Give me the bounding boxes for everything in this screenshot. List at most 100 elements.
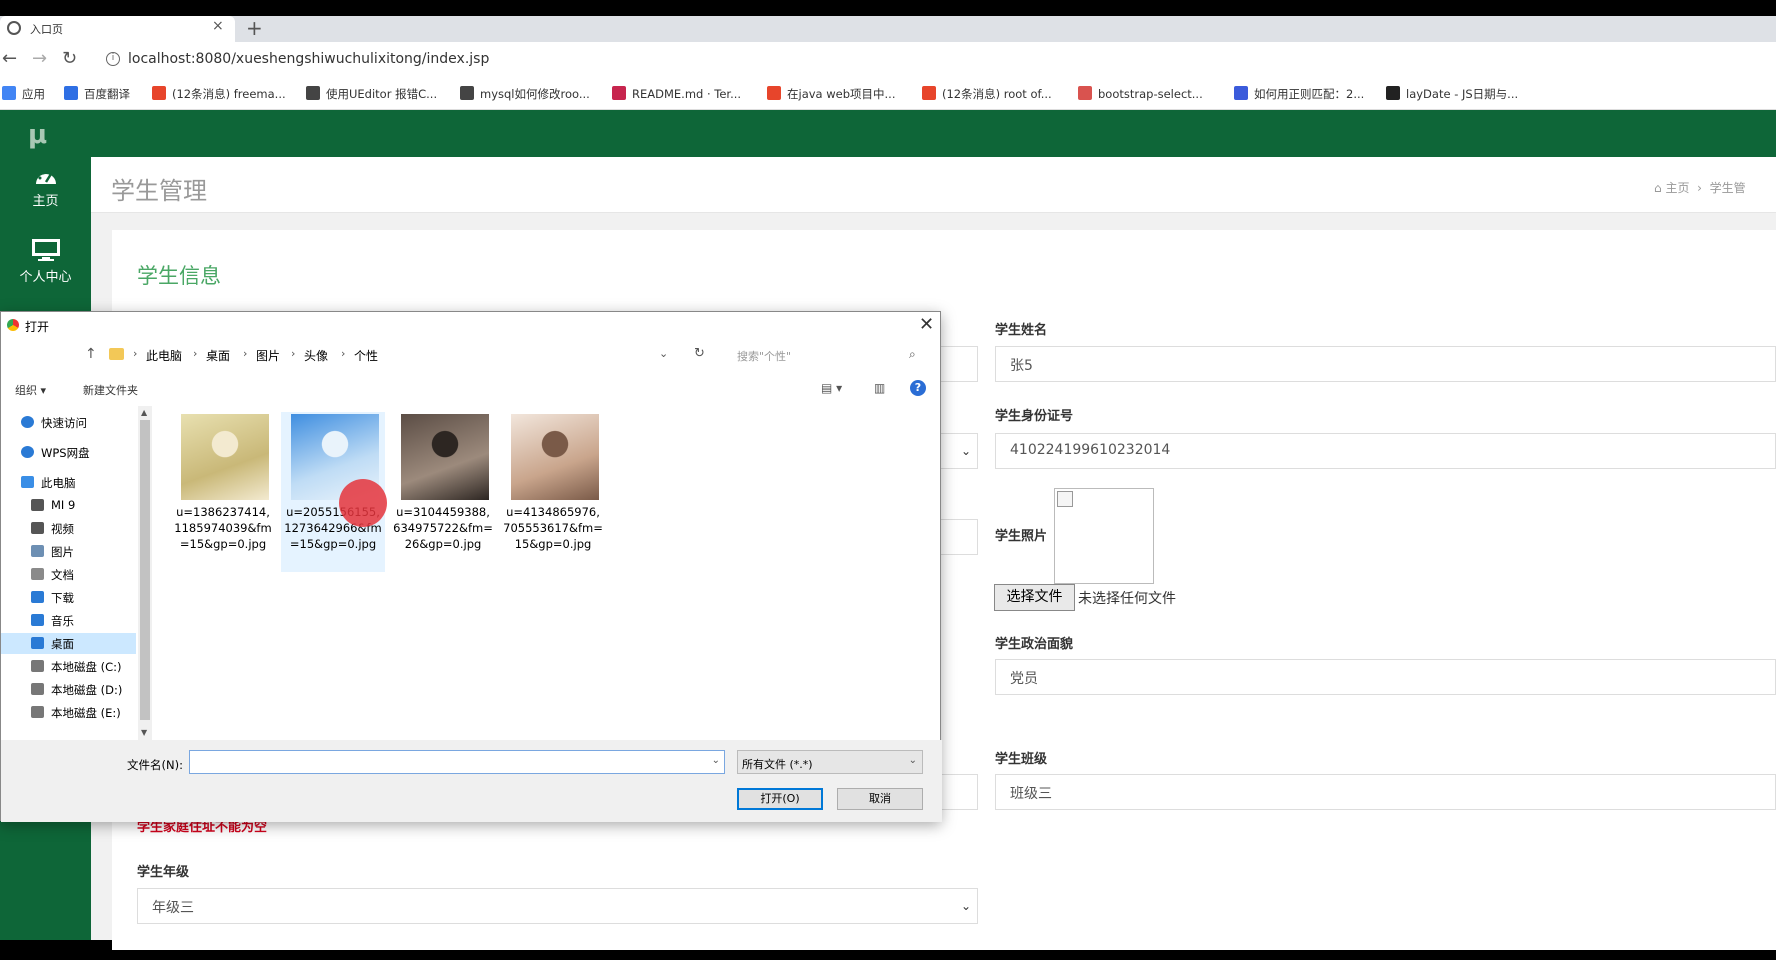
breadcrumb-separator[interactable]: › (291, 347, 295, 360)
bookmark-item[interactable]: 百度翻译 (64, 86, 130, 102)
dialog-search-input[interactable]: 搜索"个性" ⌕ (729, 343, 925, 367)
filetype-select[interactable]: 所有文件 (*.*) ⌄ (737, 750, 923, 774)
path-segment[interactable]: 头像 (304, 347, 328, 364)
nav-item-label: 音乐 (51, 614, 74, 628)
politics-label: 学生政治面貌 (995, 637, 1074, 652)
cancel-button[interactable]: 取消 (837, 788, 923, 810)
file-item[interactable]: u=4134865976,705553617&fm=15&gp=0.jpg (501, 412, 605, 572)
scroll-thumb[interactable] (140, 420, 150, 720)
cursor-highlight (339, 479, 387, 527)
help-icon[interactable]: ? (910, 380, 926, 396)
bookmark-item[interactable]: 使用UEditor 报错C... (306, 86, 437, 102)
star-icon (21, 416, 34, 428)
nav-item[interactable]: 音乐 (1, 610, 136, 631)
bookmark-item[interactable]: (12条消息) root of... (922, 86, 1052, 102)
bookmark-item[interactable]: 如何用正则匹配：2... (1234, 86, 1364, 102)
file-item[interactable]: u=1386237414,1185974039&fm=15&gp=0.jpg (171, 412, 275, 572)
close-icon[interactable]: ✕ (919, 314, 934, 335)
file-name: u=3104459388,634975722&fm=26&gp=0.jpg (393, 505, 493, 551)
video-icon (31, 522, 44, 534)
bookmark-item[interactable]: layDate - JS日期与... (1386, 86, 1518, 102)
forward-arrow-icon[interactable]: → (32, 48, 47, 69)
globe-icon (7, 21, 21, 35)
breadcrumb-separator[interactable]: › (243, 347, 247, 360)
bookmark-item[interactable]: (12条消息) freema... (152, 86, 286, 102)
left-select-partial[interactable]: ⌄ (940, 433, 978, 469)
app-logo: μ (28, 120, 48, 150)
name-input[interactable]: 张5 (995, 346, 1776, 382)
chevron-down-icon[interactable]: ⌄ (712, 755, 720, 766)
filename-input[interactable]: ⌄ (189, 750, 725, 774)
filename-label: 文件名(N): (127, 758, 183, 772)
scroll-down-icon[interactable]: ▼ (141, 728, 147, 737)
id-number-input[interactable]: 410224199610232014 (995, 433, 1776, 469)
search-icon: ⌕ (909, 347, 916, 361)
bookmark-item[interactable]: mysql如何修改roo... (460, 86, 590, 102)
path-segment[interactable]: 图片 (256, 347, 280, 364)
folder-icon (109, 348, 124, 360)
bookmark-label: 如何用正则匹配：2... (1254, 87, 1365, 101)
nav-item[interactable]: 桌面 (1, 633, 136, 654)
back-arrow-icon[interactable]: ← (2, 48, 17, 69)
nav-item[interactable]: 本地磁盘 (E:) (1, 702, 136, 723)
nav-item[interactable]: WPS网盘 (1, 442, 136, 463)
grade-select[interactable]: 年级三 ⌄ (137, 888, 978, 924)
browser-tab[interactable]: 入口页 × (0, 16, 235, 42)
download-icon (31, 591, 44, 603)
photo-label: 学生照片 (995, 529, 1048, 544)
nav-item[interactable]: 本地磁盘 (C:) (1, 656, 136, 677)
bookmark-item[interactable]: 应用 (2, 86, 45, 102)
dialog-footer: 文件名(N): ⌄ 所有文件 (*.*) ⌄ 打开(O) 取消 (1, 740, 942, 822)
choose-file-button[interactable]: 选择文件 (994, 584, 1075, 611)
photo-preview (1054, 488, 1154, 584)
left-input-partial-1[interactable] (940, 346, 978, 382)
new-folder-button[interactable]: 新建文件夹 (83, 382, 138, 398)
politics-input[interactable]: 党员 (995, 659, 1776, 695)
class-input[interactable]: 班级三 (995, 774, 1776, 810)
nav-item[interactable]: 下载 (1, 587, 136, 608)
section-title: 学生信息 (137, 264, 221, 288)
nav-item-label: 快速访问 (41, 416, 87, 430)
nav-item[interactable]: 快速访问 (1, 412, 136, 433)
preview-pane-icon[interactable]: ▥ (874, 381, 885, 395)
path-segment[interactable]: 个性 (354, 347, 378, 364)
breadcrumb-home[interactable]: 主页 (1665, 181, 1689, 195)
file-open-dialog: 打开 ✕ ↑ › 此电脑 › 桌面 › 图片 › 头像 › 个性 ⌄ ↻ 搜索"个性" ⌕ 组织 … (0, 311, 942, 822)
nav-item[interactable]: 此电脑 (1, 472, 136, 493)
image-thumbnail (401, 414, 489, 500)
nav-item[interactable]: 文档 (1, 564, 136, 585)
left-input-partial-2[interactable] (940, 519, 978, 555)
chevron-down-icon[interactable]: ⌄ (659, 347, 668, 360)
breadcrumb: ⌂ 主页 › 学生管 (1654, 179, 1746, 196)
view-options-icon[interactable]: ▤ ▾ (821, 381, 842, 395)
drive-icon (31, 706, 44, 718)
reload-icon[interactable]: ↻ (62, 48, 77, 69)
nav-item[interactable]: 图片 (1, 541, 136, 562)
nav-scrollbar[interactable]: ▲ ▼ (138, 406, 152, 740)
refresh-icon[interactable]: ↻ (694, 346, 705, 361)
open-button[interactable]: 打开(O) (737, 788, 823, 810)
breadcrumb-separator[interactable]: › (193, 347, 197, 360)
path-segment[interactable]: 此电脑 (146, 347, 182, 364)
nav-item[interactable]: MI 9 (1, 495, 136, 516)
info-icon[interactable]: i (106, 52, 120, 66)
nav-item[interactable]: 视频 (1, 518, 136, 539)
sidebar-item-home[interactable]: 主页 (0, 166, 91, 209)
address-bar[interactable]: i localhost:8080/xueshengshiwuchulixiton… (98, 47, 1776, 73)
bookmark-item[interactable]: bootstrap-select... (1078, 86, 1203, 101)
breadcrumb-separator[interactable]: › (341, 347, 345, 360)
file-item[interactable]: u=3104459388,634975722&fm=26&gp=0.jpg (391, 412, 495, 572)
left-input-partial-3[interactable] (940, 774, 978, 810)
bookmark-item[interactable]: 在java web项目中... (767, 86, 896, 102)
nav-item[interactable]: 本地磁盘 (D:) (1, 679, 136, 700)
sidebar-item-personal-center[interactable]: 个人中心 (0, 238, 91, 285)
page-title: 学生管理 (111, 177, 207, 205)
breadcrumb-separator[interactable]: › (133, 347, 137, 360)
up-arrow-icon[interactable]: ↑ (85, 346, 97, 362)
path-segment[interactable]: 桌面 (206, 347, 230, 364)
scroll-up-icon[interactable]: ▲ (141, 408, 147, 417)
new-tab-button[interactable]: + (246, 16, 263, 40)
bookmark-item[interactable]: README.md · Ter... (612, 86, 741, 101)
organize-menu[interactable]: 组织 ▾ (15, 382, 46, 398)
close-tab-icon[interactable]: × (212, 18, 224, 34)
